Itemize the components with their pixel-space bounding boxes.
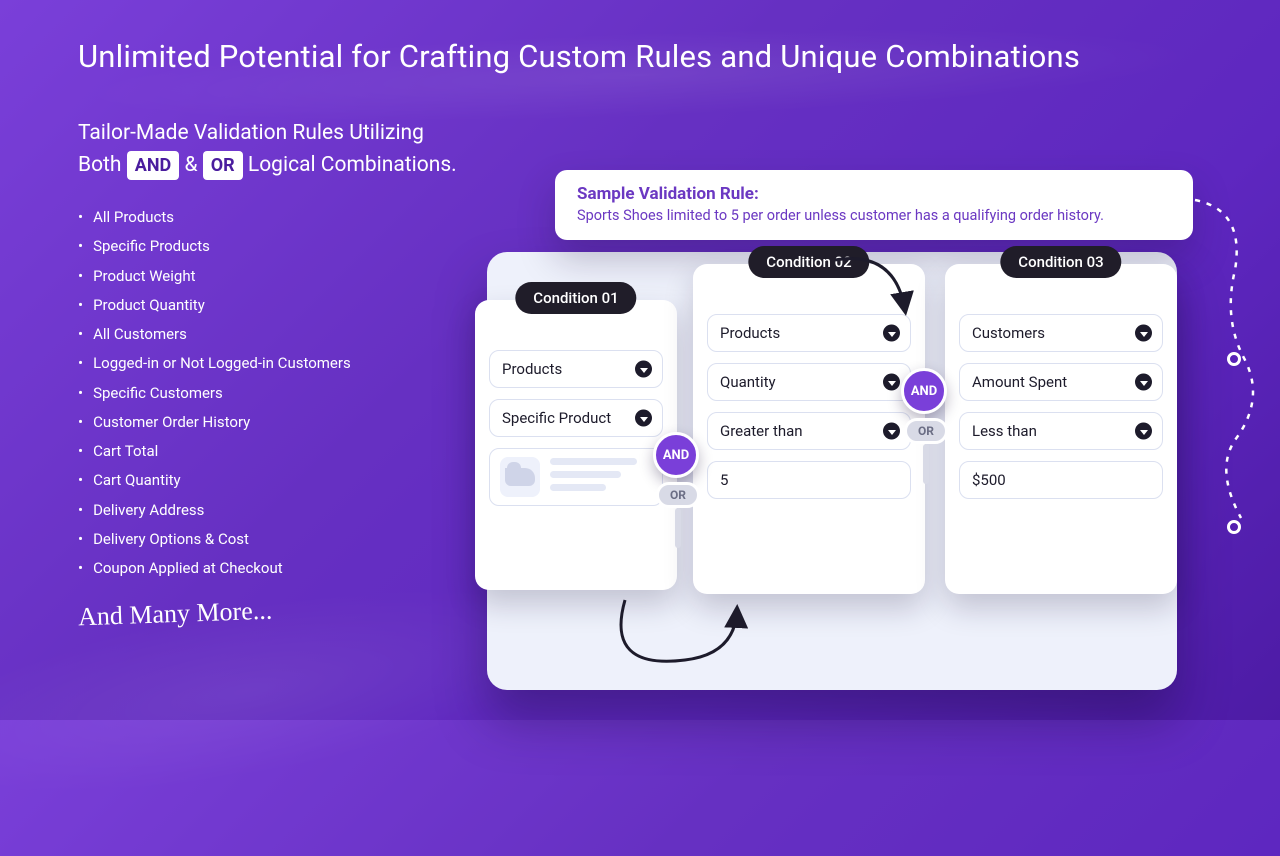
field-value-500[interactable]: $500	[959, 461, 1163, 499]
and-button[interactable]: AND	[653, 432, 699, 478]
or-chip: OR	[203, 151, 243, 180]
subhead-line: Logical Combinations.	[248, 153, 457, 177]
condition-tab: Condition 02	[748, 246, 869, 278]
product-thumb	[500, 457, 540, 497]
field-select-customers[interactable]: Customers	[959, 314, 1163, 352]
list-item: Specific Customers	[78, 379, 478, 408]
page-headline: Unlimited Potential for Crafting Custom …	[78, 38, 1080, 75]
or-button[interactable]: OR	[904, 418, 948, 444]
field-select-amount-spent[interactable]: Amount Spent	[959, 363, 1163, 401]
field-select-less-than[interactable]: Less than	[959, 412, 1163, 450]
field-select-quantity[interactable]: Quantity	[707, 363, 911, 401]
list-item: Delivery Options & Cost	[78, 525, 478, 554]
product-row[interactable]	[489, 448, 663, 506]
list-item: All Customers	[78, 320, 478, 349]
field-select-specific-product[interactable]: Specific Product	[489, 399, 663, 437]
sample-rule-card: Sample Validation Rule: Sports Shoes lim…	[555, 170, 1193, 240]
subhead-amp: &	[184, 153, 202, 177]
left-panel: Tailor-Made Validation Rules Utilizing B…	[78, 118, 478, 629]
and-button[interactable]: AND	[901, 368, 947, 414]
subhead-line: Both	[78, 153, 127, 177]
shoe-icon	[505, 468, 535, 486]
list-item: All Products	[78, 203, 478, 232]
and-chip: AND	[127, 151, 180, 180]
condition-card-1: Condition 01 Products Specific Product	[475, 300, 677, 590]
joiner-2: AND OR	[901, 368, 951, 484]
condition-tab: Condition 03	[1000, 246, 1121, 278]
rule-canvas: Sample Validation Rule: Sports Shoes lim…	[475, 160, 1255, 708]
feature-list: All Products Specific Products Product W…	[78, 203, 478, 583]
subhead-line: Tailor-Made Validation Rules Utilizing	[78, 121, 424, 145]
placeholder-lines	[550, 458, 652, 497]
joiner-1: AND OR	[653, 432, 703, 548]
subheading: Tailor-Made Validation Rules Utilizing B…	[78, 118, 478, 181]
and-many-more: And Many More...	[78, 596, 273, 633]
condition-card-3: Condition 03 Customers Amount Spent Less…	[945, 264, 1177, 594]
list-item: Product Weight	[78, 262, 478, 291]
field-select-products[interactable]: Products	[707, 314, 911, 352]
list-item: Delivery Address	[78, 496, 478, 525]
list-item: Cart Quantity	[78, 466, 478, 495]
sample-rule-title: Sample Validation Rule:	[577, 184, 1171, 204]
field-select-greater-than[interactable]: Greater than	[707, 412, 911, 450]
condition-tab: Condition 01	[515, 282, 636, 314]
list-item: Product Quantity	[78, 291, 478, 320]
list-item: Logged-in or Not Logged-in Customers	[78, 349, 478, 378]
list-item: Coupon Applied at Checkout	[78, 554, 478, 583]
list-item: Customer Order History	[78, 408, 478, 437]
path-dot	[1227, 352, 1241, 366]
field-select-products[interactable]: Products	[489, 350, 663, 388]
or-button[interactable]: OR	[656, 482, 700, 508]
condition-card-2: Condition 02 Products Quantity Greater t…	[693, 264, 925, 594]
path-dot	[1227, 520, 1241, 534]
list-item: Cart Total	[78, 437, 478, 466]
sample-rule-desc: Sports Shoes limited to 5 per order unle…	[577, 207, 1171, 224]
list-item: Specific Products	[78, 232, 478, 261]
field-value-5[interactable]: 5	[707, 461, 911, 499]
